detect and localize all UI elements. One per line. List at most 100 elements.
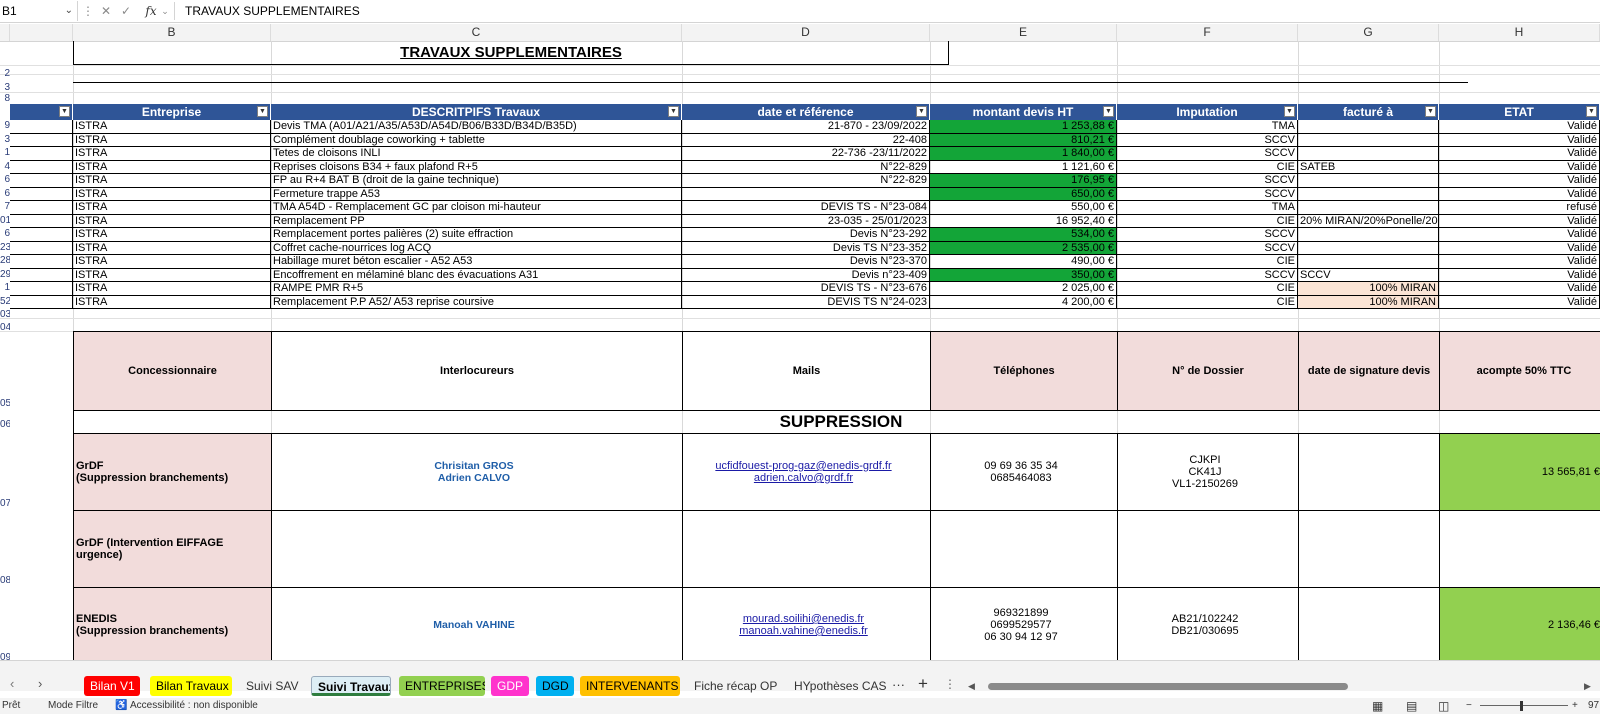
status-accessibility[interactable]: Accessibilité : non disponible: [130, 698, 258, 714]
scroll-left-icon[interactable]: ◀: [968, 681, 975, 692]
cell-telephones[interactable]: [930, 510, 1118, 588]
cell-imputation[interactable]: CIE: [1117, 255, 1298, 269]
cell-signature[interactable]: [1298, 433, 1440, 511]
cell-etat[interactable]: Validé: [1439, 120, 1600, 134]
cell-ref[interactable]: Devis N°23-370: [682, 255, 930, 269]
cell-desc[interactable]: Remplacement PP: [271, 214, 682, 228]
header-imputation[interactable]: Imputation ▼: [1117, 104, 1298, 120]
name-box[interactable]: B1 ⌄: [0, 1, 78, 21]
header-montant[interactable]: montant devis HT ▼: [930, 104, 1117, 120]
row-number[interactable]: 8: [0, 93, 10, 104]
cell-imputation[interactable]: CIE: [1117, 282, 1298, 296]
normal-view-icon[interactable]: ▦: [1372, 698, 1383, 714]
cell-montant[interactable]: 16 952,40 €: [930, 214, 1117, 228]
cell-ref[interactable]: DEVIS TS N°24-023: [682, 295, 930, 309]
mail-link[interactable]: manoah.vahine@enedis.fr: [739, 625, 868, 637]
cell-montant[interactable]: 1 121,60 €: [930, 160, 1117, 174]
cell-imputation[interactable]: TMA: [1117, 120, 1298, 134]
cell-imputation[interactable]: SCCV: [1117, 147, 1298, 161]
cell-imputation[interactable]: SCCV: [1117, 241, 1298, 255]
header-acompte[interactable]: acompte 50% TTC: [1439, 331, 1600, 411]
cell-entreprise[interactable]: ISTRA: [73, 201, 271, 215]
sheet-tab[interactable]: INTERVENANTS: [580, 676, 680, 696]
cell-ref[interactable]: DEVIS TS - N°23-084: [682, 201, 930, 215]
cell-etat[interactable]: Validé: [1439, 282, 1600, 296]
cell-ref[interactable]: Devis N°23-292: [682, 228, 930, 242]
row-number[interactable]: 2: [0, 68, 10, 79]
confirm-icon[interactable]: ✓: [118, 2, 134, 20]
cell-etat[interactable]: Validé: [1439, 295, 1600, 309]
cell-entreprise[interactable]: ISTRA: [73, 187, 271, 201]
cell-montant[interactable]: 1 840,00 €: [930, 147, 1117, 161]
cell-dossier[interactable]: [1117, 510, 1299, 588]
cell-entreprise[interactable]: ISTRA: [73, 241, 271, 255]
cell-imputation[interactable]: CIE: [1117, 160, 1298, 174]
scroll-right-icon[interactable]: ▶: [1584, 681, 1591, 692]
cell-ref[interactable]: [682, 187, 930, 201]
column-header-f[interactable]: F: [1117, 24, 1298, 41]
sheet-tab[interactable]: Bilan V1: [84, 676, 140, 696]
cell-desc[interactable]: Habillage muret béton escalier - A52 A53: [271, 255, 682, 269]
cell-facture[interactable]: [1298, 174, 1439, 188]
cell-a[interactable]: [10, 147, 73, 161]
cell-entreprise[interactable]: ISTRA: [73, 160, 271, 174]
cell-entreprise[interactable]: ISTRA: [73, 295, 271, 309]
add-sheet-icon[interactable]: +: [918, 674, 928, 694]
zoom-level[interactable]: 97: [1588, 698, 1599, 714]
row-number[interactable]: 3: [0, 82, 10, 93]
cell-etat[interactable]: Validé: [1439, 241, 1600, 255]
cell-entreprise[interactable]: ISTRA: [73, 268, 271, 282]
cell-a[interactable]: [10, 133, 73, 147]
page-break-icon[interactable]: ◫: [1438, 698, 1449, 714]
cell-desc[interactable]: Encoffrement en mélaminé blanc des évacu…: [271, 268, 682, 282]
cell-etat[interactable]: Validé: [1439, 228, 1600, 242]
cell-a[interactable]: [10, 241, 73, 255]
zoom-slider-handle[interactable]: [1520, 701, 1523, 711]
column-header-b[interactable]: B: [73, 24, 271, 41]
cell-desc[interactable]: FP au R+4 BAT B (droit de la gaine techn…: [271, 174, 682, 188]
header-telephones[interactable]: Téléphones: [930, 331, 1118, 411]
cell-imputation[interactable]: SCCV: [1117, 187, 1298, 201]
cell-montant[interactable]: 1 253,88 €: [930, 120, 1117, 134]
cell-imputation[interactable]: TMA: [1117, 201, 1298, 215]
cell-a[interactable]: [10, 174, 73, 188]
insert-function-icon[interactable]: fx: [140, 2, 162, 20]
cell-a[interactable]: [10, 255, 73, 269]
cell-entreprise[interactable]: ISTRA: [73, 255, 271, 269]
cell-ref[interactable]: 22-408: [682, 133, 930, 147]
cell-facture[interactable]: SCCV: [1298, 268, 1439, 282]
row-number[interactable]: 05: [0, 398, 10, 409]
cell-concessionnaire[interactable]: GrDF (Intervention EIFFAGE urgence): [73, 510, 272, 588]
cell-a[interactable]: [10, 187, 73, 201]
sheet-tab[interactable]: Bilan Travaux: [150, 676, 232, 696]
cell-etat[interactable]: Validé: [1439, 160, 1600, 174]
cell-facture[interactable]: [1298, 228, 1439, 242]
sheet-tab[interactable]: Suivi Travaux: [311, 676, 391, 696]
cell-acompte[interactable]: 2 136,46 €: [1439, 587, 1600, 663]
horizontal-scrollbar-thumb[interactable]: [988, 683, 1348, 690]
header-dossier[interactable]: N° de Dossier: [1117, 331, 1299, 411]
sheet-tab[interactable]: GDP: [491, 676, 529, 696]
sheet-tab[interactable]: Suivi SAV: [240, 676, 302, 696]
cell-concessionnaire[interactable]: GrDF (Suppression branchements): [73, 433, 272, 511]
filter-dropdown-icon[interactable]: ▼: [1425, 106, 1436, 117]
cell-ref[interactable]: 23-035 - 25/01/2023: [682, 214, 930, 228]
cell-etat[interactable]: Validé: [1439, 255, 1600, 269]
header-signature[interactable]: date de signature devis: [1298, 331, 1440, 411]
cell-telephones[interactable]: 09 69 36 35 34 0685464083: [930, 433, 1118, 511]
cell-mails[interactable]: mourad.soilihi@enedis.fr manoah.vahine@en…: [682, 587, 931, 663]
cell-montant[interactable]: 2 535,00 €: [930, 241, 1117, 255]
cell-interlocuteurs[interactable]: Manoah VAHINE: [271, 587, 683, 663]
cell-telephones[interactable]: 969321899 0699529577 06 30 94 12 97: [930, 587, 1118, 663]
cell-facture[interactable]: [1298, 133, 1439, 147]
more-sheets-icon[interactable]: ···: [892, 677, 905, 692]
cell-facture[interactable]: [1298, 120, 1439, 134]
column-header-a[interactable]: [10, 24, 73, 41]
cell-desc[interactable]: Complément doublage coworking + tablette: [271, 133, 682, 147]
cancel-icon[interactable]: ✕: [98, 2, 114, 20]
cell-ref[interactable]: N°22-829: [682, 160, 930, 174]
cell-signature[interactable]: [1298, 510, 1440, 588]
formula-input[interactable]: TRAVAUX SUPPLEMENTAIRES: [185, 2, 360, 20]
cell-ref[interactable]: N°22-829: [682, 174, 930, 188]
page-layout-icon[interactable]: ▤: [1406, 698, 1417, 714]
